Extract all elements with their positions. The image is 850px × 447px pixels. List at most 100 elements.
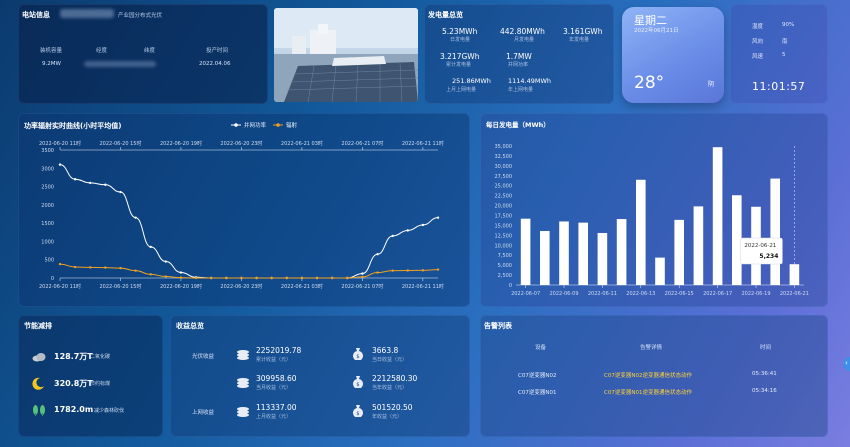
station-header-latitude: 纬度 bbox=[144, 48, 156, 54]
bar bbox=[597, 232, 608, 285]
coin-stack-icon bbox=[237, 350, 249, 360]
tooltip-box bbox=[740, 237, 783, 265]
series-point-power bbox=[391, 234, 394, 238]
y-tick-label: 0 bbox=[51, 276, 54, 282]
alarm-row-detail[interactable]: C07逆变器N02逆变器通信状态动作 bbox=[604, 371, 692, 379]
weather-condition: 阴 bbox=[708, 81, 715, 88]
x-tick-top-label: 2022-06-20 19时 bbox=[160, 140, 202, 147]
alarm-row-device[interactable]: C07逆变器N02 bbox=[518, 371, 556, 379]
power-chart-panel: 功率辐射实时曲线(小时平均值) 并网功率 辐射 0 500 1000 1500 2000 25… bbox=[18, 113, 470, 307]
tooltip-date: 2022-06-21 bbox=[744, 243, 776, 249]
gen-year-grid-value: 1114.49MWh bbox=[508, 77, 552, 85]
series-point-radiation bbox=[58, 262, 62, 266]
side-expand-handle[interactable]: ‹ bbox=[843, 357, 850, 371]
x-tick-top-label: 2022-06-20 23时 bbox=[220, 140, 262, 147]
y-tick-label: 2,500 bbox=[498, 273, 512, 279]
series-line-power bbox=[59, 164, 439, 279]
revenue-annual-value: 501520.50 bbox=[372, 403, 413, 412]
series-point-power bbox=[119, 190, 122, 194]
clock-time: 11:01:57 bbox=[752, 80, 806, 93]
y-tick-label: 1500 bbox=[41, 221, 54, 227]
weather-temperature: 28° bbox=[634, 73, 665, 93]
x-tick-bottom-label: 2022-06-20 11时 bbox=[39, 283, 81, 290]
series-point-radiation bbox=[225, 276, 228, 280]
series-point-power bbox=[436, 216, 440, 219]
y-tick-label: 27,500 bbox=[495, 174, 513, 180]
x-tick-label: 2022-06-21 bbox=[780, 291, 809, 297]
x-tick-bottom-label: 2022-06-21 03时 bbox=[281, 283, 323, 290]
alarm-row-device[interactable]: C07逆变器N01 bbox=[518, 388, 556, 396]
series-point-radiation bbox=[240, 276, 243, 280]
gen-yearly-value: 3.161GWh bbox=[563, 27, 603, 36]
y-tick-label: 3000 bbox=[41, 166, 54, 172]
revenue-year-value: 2212580.30 bbox=[372, 374, 418, 383]
bar bbox=[655, 257, 665, 285]
series-point-radiation bbox=[300, 276, 304, 280]
series-point-radiation bbox=[376, 271, 379, 274]
station-header-longitude: 经度 bbox=[96, 48, 108, 54]
series-point-radiation bbox=[89, 266, 92, 269]
bar bbox=[559, 221, 569, 285]
gen-daily-label: 日发电量 bbox=[450, 37, 471, 43]
revenue-title: 收益总览 bbox=[176, 322, 204, 330]
y-tick-label: 2000 bbox=[41, 203, 54, 209]
humidity-label: 湿度 bbox=[752, 24, 764, 30]
y-tick-label: 5,000 bbox=[498, 263, 512, 269]
y-tick-label: 32,500 bbox=[495, 154, 513, 160]
revenue-row-pv: 光伏收益 bbox=[192, 354, 215, 360]
station-header-capacity: 装机容量 bbox=[40, 48, 63, 54]
gen-total-label: 累计发电量 bbox=[446, 62, 472, 68]
series-line-radiation bbox=[59, 263, 439, 279]
revenue-month-label: 当月收益（元） bbox=[256, 385, 292, 391]
wind-speed-label: 风速 bbox=[752, 54, 764, 60]
y-tick-label: 30,000 bbox=[495, 164, 513, 170]
alarm-row-detail[interactable]: C07逆变器N01逆变器通信状态动作 bbox=[604, 388, 692, 396]
y-tick-label: 12,500 bbox=[495, 233, 513, 239]
coin-stack-icon bbox=[237, 378, 249, 388]
legend-power-dot bbox=[234, 123, 238, 127]
alarm-title: 告警列表 bbox=[484, 322, 512, 330]
alarm-row-time[interactable]: 05:34:16 bbox=[752, 388, 777, 394]
revenue-today-label: 当日收益（元） bbox=[372, 357, 408, 363]
series-point-power bbox=[104, 183, 107, 186]
x-tick-bottom-label: 2022-06-21 11时 bbox=[402, 283, 444, 290]
bar bbox=[520, 218, 531, 285]
series-point-power bbox=[89, 181, 92, 185]
revenue-year-label: 当年收益（元） bbox=[372, 385, 408, 391]
bar bbox=[712, 147, 723, 285]
x-tick-label: 2022-06-11 bbox=[588, 291, 617, 297]
revenue-row-grid: 上网收益 bbox=[192, 410, 215, 416]
generation-title: 发电量总览 bbox=[428, 11, 463, 19]
legend-power-label: 并网功率 bbox=[244, 121, 267, 129]
wind-dir-label: 风向 bbox=[752, 39, 764, 45]
y-tick-label: 7,500 bbox=[498, 253, 512, 259]
series-point-radiation bbox=[406, 269, 409, 272]
alarm-row-time[interactable]: 05:36:41 bbox=[752, 371, 777, 377]
series-point-power bbox=[164, 260, 168, 263]
station-name-blur bbox=[60, 9, 114, 18]
series-point-radiation bbox=[210, 276, 213, 280]
series-point-radiation bbox=[119, 266, 122, 270]
bar bbox=[636, 179, 646, 285]
gen-year-grid-label: 年上网电量 bbox=[508, 87, 534, 93]
series-point-power bbox=[179, 271, 183, 274]
station-value-capacity: 9.2MW bbox=[42, 61, 61, 67]
series-point-radiation bbox=[164, 275, 168, 278]
series-point-power bbox=[58, 163, 62, 166]
revenue-lastmonth-value: 113337.00 bbox=[256, 403, 297, 412]
series-point-radiation bbox=[134, 269, 137, 272]
money-bag-icon: $ bbox=[353, 405, 363, 417]
series-point-radiation bbox=[330, 276, 334, 280]
bar bbox=[616, 219, 627, 285]
tooltip-value: 5,234 bbox=[759, 253, 778, 260]
co2-label: 二氧化碳 bbox=[90, 354, 111, 360]
y-tick-label: 10,000 bbox=[495, 243, 513, 249]
series-point-power bbox=[421, 223, 425, 227]
series-point-power bbox=[361, 272, 364, 275]
series-point-radiation bbox=[436, 268, 440, 271]
coin-stack-icon bbox=[237, 407, 249, 417]
x-tick-label: 2022-06-07 bbox=[511, 291, 540, 297]
alarm-header-detail: 告警详情 bbox=[640, 345, 663, 351]
series-point-radiation bbox=[421, 269, 425, 272]
energy-saving-panel: 节能减排 128.7万T 二氧化碳 320.8万T 节约标煤 1782.0m 减… bbox=[18, 315, 163, 437]
